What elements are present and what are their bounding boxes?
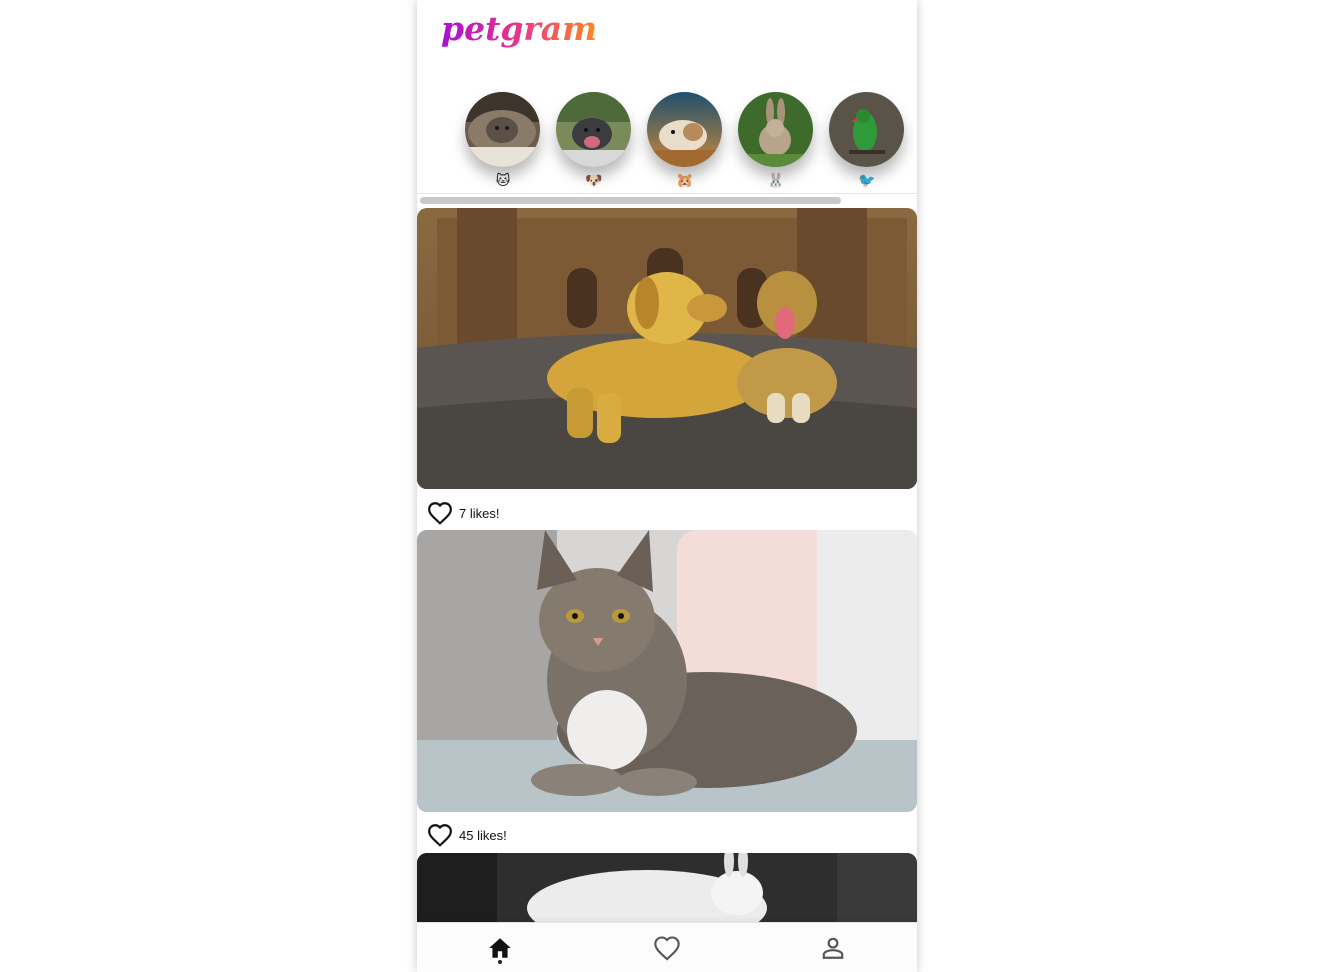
category-dog-photo[interactable] [556, 92, 631, 167]
category-hamster-photo[interactable] [647, 92, 722, 167]
app-frame: petgram 🐱 🐶 🐹 🐰 🐦 7 likes! 45 likes! [417, 0, 917, 972]
active-indicator [498, 960, 502, 964]
like-count: 7 likes! [459, 505, 500, 521]
category-bird[interactable]: 🐦 [829, 92, 905, 192]
category-rabbit[interactable]: 🐰 [738, 92, 814, 192]
category-cat-photo[interactable] [465, 92, 540, 167]
post-image-dogs[interactable] [417, 208, 917, 489]
category-hamster[interactable]: 🐹 [647, 92, 723, 192]
cat-icon: 🐱 [495, 173, 511, 189]
category-rabbit-photo[interactable] [738, 92, 813, 167]
dog-icon: 🐶 [585, 173, 603, 189]
home-icon [489, 938, 511, 958]
nav-profile[interactable] [750, 923, 916, 972]
heart-icon [428, 502, 452, 525]
rabbit-icon: 🐰 [767, 173, 785, 189]
app-logo[interactable]: petgram [439, 8, 639, 52]
bird-icon: 🐦 [858, 173, 876, 189]
post-1-likes: 7 likes! [426, 498, 499, 528]
post-image-cat[interactable] [417, 530, 917, 812]
like-button[interactable] [426, 499, 454, 527]
category-bird-photo[interactable] [829, 92, 904, 167]
user-icon [822, 937, 844, 959]
logo-text: petgram [441, 9, 597, 48]
heart-icon [654, 936, 680, 961]
nav-home[interactable] [417, 923, 583, 972]
category-cat[interactable]: 🐱 [465, 92, 541, 192]
category-list[interactable]: 🐱 🐶 🐹 🐰 🐦 [417, 86, 917, 194]
like-count: 45 likes! [459, 827, 507, 843]
heart-icon [428, 824, 452, 847]
hamster-icon: 🐹 [676, 173, 694, 189]
bottom-nav [417, 922, 917, 972]
category-scrollbar[interactable] [420, 197, 841, 204]
category-dog[interactable]: 🐶 [556, 92, 632, 192]
post-2-likes: 45 likes! [426, 820, 507, 850]
like-button[interactable] [426, 821, 454, 849]
nav-favorites[interactable] [584, 923, 750, 972]
